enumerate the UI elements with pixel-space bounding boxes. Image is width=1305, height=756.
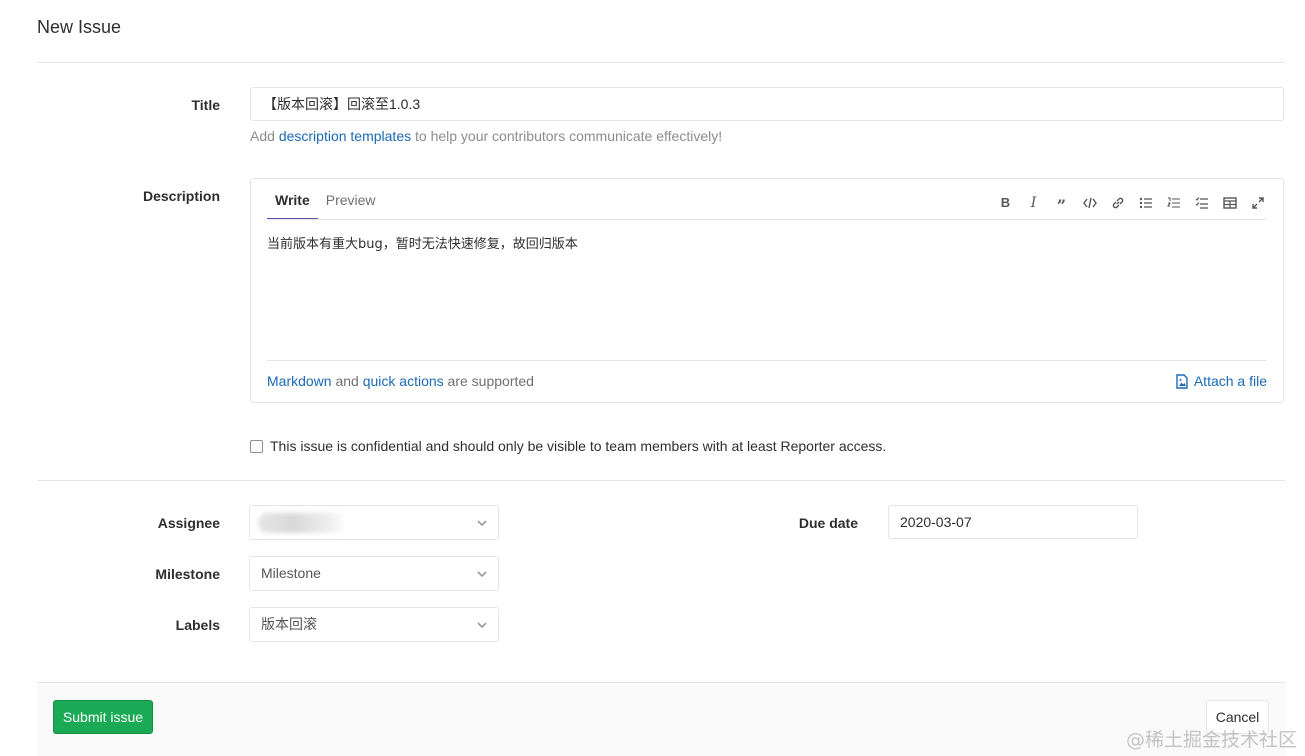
header-divider	[37, 62, 1285, 63]
bold-icon[interactable]: B	[996, 193, 1015, 212]
assignee-select[interactable]	[249, 505, 499, 540]
hint-prefix: Add	[250, 128, 279, 144]
title-label: Title	[191, 97, 220, 113]
description-templates-link[interactable]: description templates	[279, 128, 411, 144]
confidential-checkbox[interactable]	[250, 439, 263, 453]
submit-issue-button[interactable]: Submit issue	[53, 700, 153, 734]
task-list-icon[interactable]	[1192, 193, 1211, 212]
table-icon[interactable]	[1220, 193, 1239, 212]
code-icon[interactable]	[1080, 193, 1099, 212]
chevron-down-icon	[477, 622, 487, 629]
chevron-down-icon	[477, 520, 487, 527]
form-actions: Submit issue Cancel	[37, 682, 1285, 756]
milestone-value: Milestone	[261, 565, 321, 581]
confidential-label: This issue is confidential and should on…	[270, 438, 887, 454]
title-input[interactable]: 【版本回滚】回滚至1.0.3	[250, 87, 1284, 121]
sidebar-fields-divider	[37, 480, 1285, 481]
watermark: @稀土掘金技术社区	[1125, 729, 1297, 751]
due-date-input[interactable]: 2020-03-07	[888, 505, 1138, 539]
milestone-label: Milestone	[155, 566, 220, 582]
italic-icon[interactable]: I	[1024, 193, 1043, 212]
milestone-select[interactable]: Milestone	[249, 556, 499, 591]
numbered-list-icon[interactable]	[1164, 193, 1183, 212]
link-icon[interactable]	[1108, 193, 1127, 212]
footer-supported: are supported	[443, 373, 534, 389]
confidential-option: This issue is confidential and should on…	[250, 438, 886, 454]
attach-file-label: Attach a file	[1193, 373, 1267, 389]
markdown-support-note: Markdown and quick actions are supported	[267, 373, 534, 389]
bullet-list-icon[interactable]	[1136, 193, 1155, 212]
markdown-link[interactable]: Markdown	[267, 373, 332, 389]
footer-and: and	[331, 373, 363, 389]
quick-actions-link[interactable]: quick actions	[363, 373, 444, 389]
labels-select[interactable]: 版本回滚	[249, 607, 499, 642]
description-editor: Write Preview B I ” 当前版本有重大bug，暂时无法快速修复，…	[250, 178, 1284, 403]
description-textarea[interactable]: 当前版本有重大bug，暂时无法快速修复，故回归版本	[267, 233, 578, 252]
assignee-label: Assignee	[157, 515, 220, 531]
description-templates-hint: Add description templates to help your c…	[250, 128, 722, 144]
due-date-label: Due date	[798, 515, 858, 531]
markdown-toolbar: B I ”	[996, 193, 1267, 213]
image-file-icon	[1176, 373, 1188, 389]
blurred-assignee-name	[258, 513, 346, 533]
editor-footer-divider	[267, 360, 1267, 361]
page-title: New Issue	[37, 17, 122, 37]
tab-write[interactable]: Write	[267, 179, 318, 220]
editor-tabs: Write Preview	[267, 179, 384, 220]
attach-file-button[interactable]: Attach a file	[1175, 373, 1267, 389]
description-label: Description	[142, 188, 220, 204]
tab-preview[interactable]: Preview	[318, 179, 384, 220]
chevron-down-icon	[477, 571, 487, 578]
labels-value: 版本回滚	[261, 616, 317, 632]
labels-label: Labels	[175, 617, 220, 633]
fullscreen-icon[interactable]	[1248, 193, 1267, 212]
hint-suffix: to help your contributors communicate ef…	[411, 128, 723, 144]
quote-icon[interactable]: ”	[1052, 193, 1071, 213]
tab-divider	[267, 219, 1267, 220]
